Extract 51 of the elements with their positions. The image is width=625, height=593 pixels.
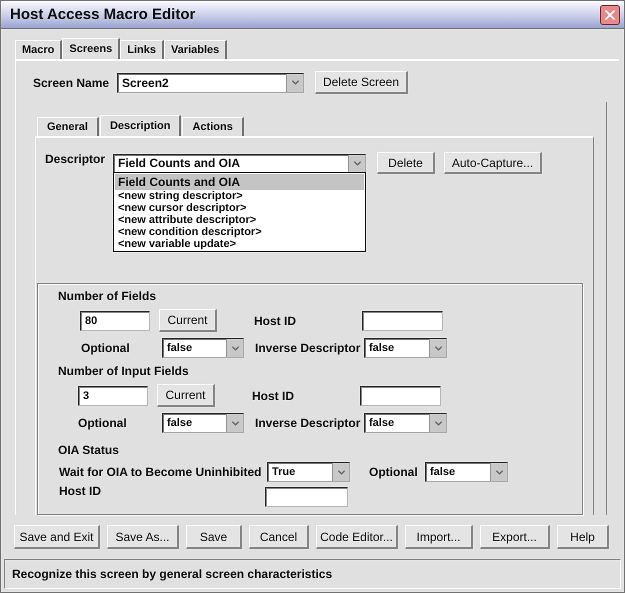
dropdown[interactable]: false xyxy=(425,462,508,482)
field-label: Optional xyxy=(81,341,131,355)
field-label: Inverse Descriptor xyxy=(255,416,362,430)
field-label: Wait for OIA to Become Uninhibited xyxy=(59,465,262,479)
tab[interactable]: General xyxy=(37,117,99,136)
dropdown-option[interactable]: Field Counts and OIA xyxy=(115,174,364,190)
field-label: Host ID xyxy=(254,314,297,328)
field-label: Host ID xyxy=(59,484,102,498)
footer-button[interactable]: Save and Exit xyxy=(14,525,100,549)
delete-screen-button[interactable]: Delete Screen xyxy=(315,71,408,94)
current-button[interactable]: Current xyxy=(157,384,215,407)
footer-button[interactable]: Cancel xyxy=(249,525,309,549)
input-field[interactable]: 80 xyxy=(80,310,150,330)
dropdown[interactable]: false xyxy=(364,413,447,433)
footer-button[interactable]: Code Editor... xyxy=(316,525,398,549)
footer-button[interactable]: Export... xyxy=(480,525,550,549)
dropdown[interactable]: false xyxy=(364,338,447,358)
tab[interactable]: Links xyxy=(120,40,164,59)
tab[interactable]: Macro xyxy=(15,40,62,59)
tab[interactable]: Screens xyxy=(62,38,120,59)
field-label: Optional xyxy=(78,416,128,430)
input-field[interactable]: 3 xyxy=(78,386,148,406)
tab[interactable]: Variables xyxy=(164,40,228,59)
current-button[interactable]: Current xyxy=(159,309,217,332)
tab[interactable]: Actions xyxy=(182,117,244,136)
field-label: Host ID xyxy=(252,388,295,402)
dropdown[interactable]: True xyxy=(267,462,350,482)
dropdown[interactable]: false xyxy=(162,338,244,358)
footer-button[interactable]: Help xyxy=(557,525,609,549)
input-field[interactable] xyxy=(265,487,348,507)
footer-button[interactable]: Save As... xyxy=(107,525,179,549)
auto-capture-button[interactable]: Auto-Capture... xyxy=(444,152,542,174)
window-title: Host Access Macro Editor xyxy=(10,6,196,23)
dropdown[interactable]: Field Counts and OIA xyxy=(113,154,366,172)
field-label: Screen Name xyxy=(33,76,110,90)
dropdown[interactable]: false xyxy=(162,413,244,433)
section-title: Number of Fields xyxy=(58,289,158,303)
section-title: Number of Input Fields xyxy=(58,364,190,378)
field-label: Inverse Descriptor xyxy=(255,341,362,355)
close-button[interactable] xyxy=(600,4,620,24)
field-label: Descriptor xyxy=(45,152,106,166)
status-text: Recognize this screen by general screen characteristics xyxy=(12,567,332,581)
footer-button[interactable]: Save xyxy=(186,525,242,549)
field-label: Optional xyxy=(369,465,419,479)
tab[interactable]: Description xyxy=(100,115,182,136)
section-title: OIA Status xyxy=(58,443,120,457)
input-field[interactable] xyxy=(360,386,441,406)
dropdown[interactable]: Screen2 xyxy=(117,72,304,92)
input-field[interactable] xyxy=(362,310,443,330)
footer-button[interactable]: Import... xyxy=(405,525,473,549)
delete-button[interactable]: Delete xyxy=(377,152,435,174)
